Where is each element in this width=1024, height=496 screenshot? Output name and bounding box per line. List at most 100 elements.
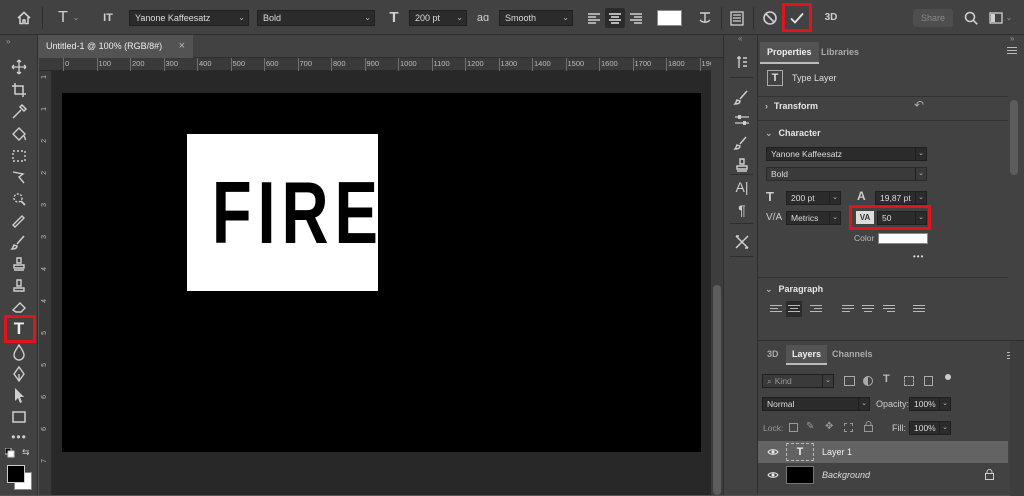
chevron-down-icon[interactable]: ⌄ [71, 8, 81, 28]
eraser-tool-icon[interactable] [9, 297, 29, 317]
chevron-down-icon[interactable]: ⌄ [1004, 8, 1014, 28]
pen-tool-icon[interactable] [9, 364, 29, 384]
blur-tool-icon[interactable] [9, 342, 29, 362]
clone-source-icon[interactable] [732, 155, 752, 175]
collapse-icon[interactable]: « [738, 34, 742, 43]
more-options-icon[interactable]: ••• [913, 252, 924, 261]
justify-last-left-icon[interactable] [842, 303, 854, 315]
history-brush-tool-icon[interactable] [9, 276, 29, 296]
filter-smart-object-icon[interactable] [924, 376, 933, 386]
filter-type-icon[interactable]: T [883, 373, 890, 385]
text-orientation-icon[interactable]: IT [98, 8, 118, 28]
lock-position-icon[interactable]: ✥ [825, 421, 833, 432]
clone-stamp-tool-icon[interactable] [9, 254, 29, 274]
align-right-icon[interactable] [626, 8, 646, 28]
home-icon[interactable] [14, 8, 34, 28]
collapse-icon[interactable]: » [1010, 34, 1014, 43]
properties-scroll-thumb[interactable] [1010, 100, 1018, 175]
filter-pixel-icon[interactable] [844, 376, 855, 386]
document-tab[interactable]: Untitled-1 @ 100% (RGB/8#) × [39, 35, 193, 58]
font-family-select[interactable]: Yanone Kaffeesatz ⌄ [129, 10, 249, 26]
reset-transform-icon[interactable]: ↶ [914, 98, 924, 112]
lock-transparent-icon[interactable] [789, 423, 798, 432]
align-center-icon[interactable] [605, 8, 625, 28]
filter-toggle-icon[interactable] [945, 374, 951, 380]
brush-settings-icon[interactable] [732, 87, 752, 107]
canvas-text[interactable]: FIRE [212, 134, 378, 291]
filter-kind-select[interactable]: ⌕ Kind ⌄ [762, 374, 834, 388]
document-canvas[interactable] [62, 93, 701, 452]
color-swatch[interactable] [878, 233, 928, 244]
paint-bucket-tool-icon[interactable] [9, 124, 29, 144]
crop-tool-icon[interactable] [9, 80, 29, 100]
tab-libraries[interactable]: Libraries [814, 42, 866, 64]
justify-last-right-icon[interactable] [883, 303, 895, 315]
character-section[interactable]: ⌄ Character [765, 128, 821, 139]
visibility-eye-icon[interactable] [767, 469, 779, 481]
path-selection-tool-icon[interactable] [9, 385, 29, 405]
rectangle-tool-icon[interactable] [9, 407, 29, 427]
history-panel-icon[interactable] [732, 52, 752, 72]
fill-field[interactable]: 100% ⌄ [909, 421, 951, 435]
adjustments-icon[interactable] [732, 110, 752, 130]
layers-scrollbar[interactable] [1010, 341, 1024, 496]
layer-row[interactable]: Background [758, 464, 1008, 486]
marquee-tool-icon[interactable] [9, 146, 29, 166]
blend-mode-select[interactable]: Normal ⌄ [762, 397, 870, 411]
workspace-icon[interactable] [986, 8, 1006, 28]
tracking-field[interactable]: 50 ⌄ [877, 211, 927, 225]
type-tool-icon[interactable]: T [9, 319, 29, 339]
font-size-select[interactable]: 200 pt ⌄ [409, 10, 467, 26]
font-style-select[interactable]: Bold ⌄ [766, 167, 927, 181]
justify-all-icon[interactable] [913, 303, 925, 315]
lock-pixels-icon[interactable]: ✎ [806, 421, 814, 432]
brush-tool-icon[interactable] [9, 232, 29, 252]
lock-all-icon[interactable] [864, 421, 873, 432]
paragraph-section[interactable]: ⌄ Paragraph [765, 284, 823, 295]
share-button[interactable]: Share [913, 9, 953, 27]
para-align-left-icon[interactable] [770, 303, 782, 315]
more-tools-icon[interactable]: ••• [9, 427, 29, 447]
search-icon[interactable] [961, 8, 981, 28]
text-color-swatch[interactable] [657, 10, 682, 26]
cancel-icon[interactable] [760, 8, 780, 28]
align-left-icon[interactable] [584, 8, 604, 28]
character-panel-icon[interactable]: A| [732, 177, 752, 197]
move-tool-icon[interactable] [9, 57, 29, 77]
foreground-color-swatch[interactable] [7, 465, 25, 483]
default-colors-icon[interactable] [5, 448, 15, 458]
para-align-right-icon[interactable] [810, 303, 822, 315]
para-align-center-icon[interactable] [786, 301, 802, 317]
visibility-eye-icon[interactable] [767, 446, 779, 458]
transform-section[interactable]: › Transform [765, 101, 818, 111]
layer-name[interactable]: Background [822, 470, 870, 480]
vertical-scroll-thumb[interactable] [713, 285, 721, 495]
quick-selection-tool-icon[interactable] [9, 189, 29, 209]
justify-last-center-icon[interactable] [862, 303, 874, 315]
filter-adjustment-icon[interactable] [863, 376, 873, 386]
warp-text-icon[interactable] [695, 8, 715, 28]
commit-checkmark-icon[interactable] [787, 8, 807, 28]
font-size-field[interactable]: 200 pt ⌄ [786, 191, 841, 205]
tab-channels[interactable]: Channels [826, 345, 879, 365]
close-tab-icon[interactable]: × [179, 35, 185, 57]
collapse-icon[interactable]: » [6, 37, 10, 46]
tab-layers[interactable]: Layers [786, 345, 828, 365]
spot-healing-tool-icon[interactable] [9, 211, 29, 231]
opacity-field[interactable]: 100% ⌄ [909, 397, 951, 411]
tab-3d[interactable]: 3D [761, 345, 785, 365]
panel-menu-icon[interactable] [1007, 45, 1017, 54]
font-family-select[interactable]: Yanone Kaffeesatz ⌄ [766, 147, 927, 161]
tool-presets-icon[interactable] [732, 232, 752, 252]
layer-row[interactable]: T Layer 1 [758, 441, 1008, 463]
paragraph-panel-icon[interactable]: ¶ [732, 200, 752, 220]
lock-artboard-icon[interactable] [844, 423, 853, 432]
leading-field[interactable]: 19,87 pt ⌄ [875, 191, 927, 205]
anti-alias-select[interactable]: Smooth ⌄ [499, 10, 573, 26]
eyedropper-tool-icon[interactable] [9, 102, 29, 122]
kerning-select[interactable]: Metrics ⌄ [786, 211, 841, 225]
text-layer-box[interactable]: FIRE [187, 134, 378, 291]
lasso-tool-icon[interactable] [9, 167, 29, 187]
filter-shape-icon[interactable] [904, 376, 914, 386]
tab-properties[interactable]: Properties [760, 42, 819, 64]
